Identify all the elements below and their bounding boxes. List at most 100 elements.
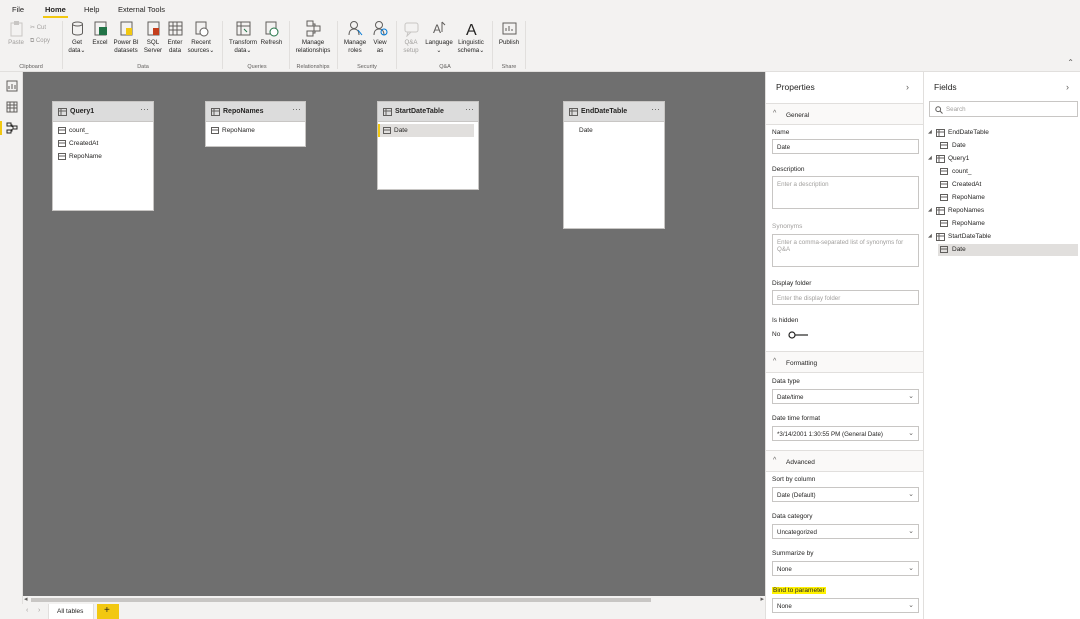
enter-data-button[interactable]: Enter data: [165, 20, 185, 55]
ribbon-divider: [289, 21, 290, 69]
horizontal-scrollbar[interactable]: ◂ ▸: [23, 596, 765, 604]
copy-icon: ⧉: [30, 38, 35, 44]
field-column-row[interactable]: Date: [938, 140, 1078, 152]
sort-by-select[interactable]: Date (Default) ⌄: [772, 487, 919, 502]
field-table-name: EndDateTable: [948, 129, 989, 136]
section-advanced[interactable]: ^ Advanced: [766, 450, 923, 472]
recent-sources-button[interactable]: Recent sources⌄: [187, 20, 215, 55]
publish-label: Publish: [498, 39, 520, 46]
table-column[interactable]: CreatedAt: [53, 137, 153, 150]
table-column[interactable]: RepoName: [53, 150, 153, 163]
view-as-label-2: as: [376, 47, 384, 54]
more-options-icon[interactable]: ···: [292, 104, 301, 114]
linguistic-schema-button[interactable]: A Linguistic schema⌄: [455, 20, 487, 55]
field-table-row[interactable]: ◢ StartDateTable: [928, 231, 1078, 243]
scrollbar-thumb[interactable]: [31, 598, 651, 602]
section-formatting[interactable]: ^ Formatting: [766, 351, 923, 373]
manage-relationships-label-2: relationships: [295, 47, 331, 54]
field-table-row[interactable]: ◢ Query1: [928, 153, 1078, 165]
more-options-icon[interactable]: ···: [465, 104, 474, 114]
paste-button[interactable]: Paste: [6, 20, 26, 47]
table-card-header[interactable]: Query1 ···: [53, 102, 153, 122]
date-format-select[interactable]: *3/14/2001 1:30:55 PM (General Date) ⌄: [772, 426, 919, 441]
properties-pane: Properties › ^ General Name Date Descrip…: [765, 72, 923, 619]
tab-prev-icon[interactable]: ‹: [26, 607, 28, 614]
chevron-down-icon: ⌄: [908, 565, 914, 572]
power-bi-datasets-button[interactable]: Power BI datasets: [111, 20, 141, 55]
description-field[interactable]: Enter a description: [772, 176, 919, 209]
field-column-row[interactable]: count_: [938, 166, 1078, 178]
scroll-left-icon[interactable]: ◂: [24, 595, 28, 603]
field-table-name: Query1: [948, 155, 970, 162]
summarize-by-select[interactable]: None ⌄: [772, 561, 919, 576]
role-icon: [348, 21, 362, 36]
language-icon: A: [433, 21, 445, 36]
bind-to-parameter-select[interactable]: None ⌄: [772, 598, 919, 613]
table-column[interactable]: count_: [53, 124, 153, 137]
data-category-select[interactable]: Uncategorized ⌄: [772, 524, 919, 539]
table-card-header[interactable]: EndDateTable ···: [564, 102, 664, 122]
excel-icon: [94, 21, 107, 36]
publish-button[interactable]: Publish: [496, 20, 522, 47]
table-card-header[interactable]: StartDateTable ···: [378, 102, 478, 122]
is-hidden-toggle[interactable]: [788, 331, 810, 339]
more-options-icon[interactable]: ···: [140, 104, 149, 114]
view-as-button[interactable]: View as: [370, 20, 390, 55]
qa-setup-button[interactable]: Q&A setup: [400, 20, 422, 55]
add-layout-button[interactable]: +: [97, 604, 119, 619]
field-table-row[interactable]: ◢ EndDateTable: [928, 127, 1078, 139]
table-column[interactable]: RepoName: [206, 124, 305, 137]
model-canvas[interactable]: Query1 ··· count_ CreatedAt RepoName Rep…: [23, 72, 765, 596]
table-card-query1[interactable]: Query1 ··· count_ CreatedAt RepoName: [52, 101, 154, 211]
collapse-ribbon-icon[interactable]: ⌃: [1067, 58, 1074, 67]
field-table-row[interactable]: ◢ RepoNames: [928, 205, 1078, 217]
more-options-icon[interactable]: ···: [651, 104, 660, 114]
menu-help[interactable]: Help: [84, 5, 99, 14]
column-name: count_: [69, 127, 89, 134]
menu-file[interactable]: File: [12, 5, 24, 14]
display-folder-field[interactable]: Enter the display folder: [772, 290, 919, 305]
language-button[interactable]: A Language ⌄: [424, 20, 454, 55]
manage-relationships-button[interactable]: Manage relationships: [292, 20, 334, 55]
collapse-fields-icon[interactable]: ›: [1066, 82, 1069, 92]
table-card-reponames[interactable]: RepoNames ··· RepoName: [205, 101, 306, 147]
field-column-name: Date: [952, 246, 966, 253]
transform-icon: [236, 21, 250, 36]
fields-search-input[interactable]: Search: [929, 101, 1078, 117]
excel-button[interactable]: Excel: [91, 20, 109, 47]
manage-relationships-label-1: Manage: [301, 39, 325, 46]
cut-button[interactable]: ✂ Cut: [30, 24, 46, 31]
scroll-right-icon[interactable]: ▸: [760, 595, 764, 603]
transform-data-button[interactable]: Transform data⌄: [228, 20, 258, 55]
table-icon: [936, 233, 945, 241]
model-view-icon[interactable]: [6, 122, 18, 134]
table-column-selected[interactable]: Date: [378, 124, 474, 137]
sql-server-icon: [147, 21, 159, 36]
report-view-icon[interactable]: [6, 80, 18, 92]
get-data-button[interactable]: Get data⌄: [66, 20, 88, 55]
tab-next-icon[interactable]: ›: [38, 607, 40, 614]
data-view-icon[interactable]: [6, 101, 18, 113]
field-column-row[interactable]: RepoName: [938, 218, 1078, 230]
field-column-row[interactable]: CreatedAt: [938, 179, 1078, 191]
section-general[interactable]: ^ General: [766, 103, 923, 125]
refresh-button[interactable]: Refresh: [259, 20, 284, 47]
field-column-row-selected[interactable]: Date: [938, 244, 1078, 256]
manage-roles-button[interactable]: Manage roles: [341, 20, 369, 55]
copy-button[interactable]: ⧉ Copy: [30, 38, 50, 45]
sql-server-button[interactable]: SQL Server: [143, 20, 163, 55]
synonyms-field[interactable]: Enter a comma-separated list of synonyms…: [772, 234, 919, 267]
menu-home[interactable]: Home: [43, 5, 68, 18]
table-card-enddatetable[interactable]: EndDateTable ··· Date: [563, 101, 665, 229]
tab-all-tables[interactable]: All tables: [48, 604, 94, 619]
menu-external-tools[interactable]: External Tools: [118, 5, 165, 14]
table-card-header[interactable]: RepoNames ···: [206, 102, 305, 122]
table-card-startdatetable[interactable]: StartDateTable ··· Date: [377, 101, 479, 190]
select-value: Date (Default): [777, 492, 816, 499]
paste-label: Paste: [8, 39, 24, 46]
field-column-row[interactable]: RepoName: [938, 192, 1078, 204]
collapse-properties-icon[interactable]: ›: [906, 82, 909, 92]
name-field[interactable]: Date: [772, 139, 919, 154]
table-column[interactable]: Date: [564, 124, 664, 137]
data-type-select[interactable]: Date/time ⌄: [772, 389, 919, 404]
